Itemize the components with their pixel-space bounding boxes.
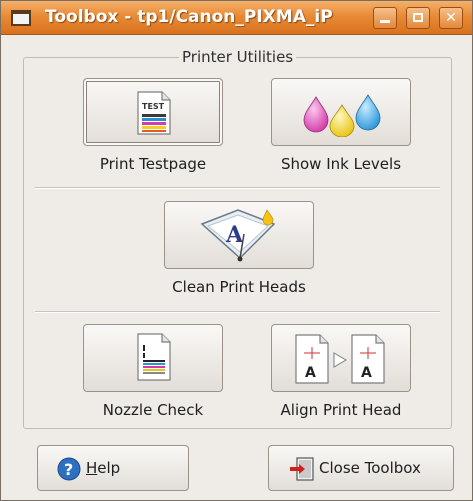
- clean-print-heads-button[interactable]: A: [164, 201, 314, 269]
- svg-text:A: A: [361, 365, 372, 381]
- separator: [35, 187, 440, 189]
- separator: [35, 311, 440, 313]
- svg-text:TEST: TEST: [142, 102, 165, 111]
- close-toolbox-label: Close Toolbox: [319, 459, 421, 477]
- svg-text:A: A: [225, 222, 244, 248]
- svg-text:?: ?: [64, 460, 73, 479]
- svg-text:A: A: [305, 365, 316, 381]
- align-print-head-label: Align Print Head: [280, 401, 402, 419]
- help-icon: ?: [57, 457, 81, 481]
- maximize-icon: [413, 13, 423, 22]
- test-page-icon: TEST: [137, 91, 171, 135]
- close-window-button[interactable]: ✕: [439, 7, 463, 29]
- align-pages-icon: A A: [295, 334, 385, 384]
- toolbox-window: Toolbox - tp1/Canon_PIXMA_iP ✕ Printer U…: [0, 0, 473, 501]
- help-button[interactable]: ? Help: [37, 445, 189, 491]
- align-print-head-button[interactable]: A A: [271, 324, 411, 392]
- minimize-button[interactable]: [373, 7, 397, 29]
- maximize-button[interactable]: [406, 7, 430, 29]
- minimize-icon: [380, 20, 390, 23]
- clean-print-heads-label: Clean Print Heads: [172, 278, 306, 296]
- close-toolbox-button[interactable]: Close Toolbox: [268, 445, 454, 491]
- close-icon: ✕: [445, 10, 457, 26]
- print-head-clean-icon: A: [200, 209, 276, 262]
- window-menu-icon[interactable]: [11, 10, 31, 26]
- help-label: Help: [86, 459, 121, 477]
- print-testpage-label: Print Testpage: [99, 155, 207, 173]
- print-testpage-button[interactable]: TEST: [83, 78, 223, 146]
- nozzle-check-button[interactable]: [83, 324, 223, 392]
- frame-label: Printer Utilities: [179, 48, 297, 66]
- exit-door-icon: [290, 457, 314, 481]
- window-title: Toolbox - tp1/Canon_PIXMA_iP: [45, 7, 333, 27]
- show-ink-levels-button[interactable]: [271, 78, 411, 146]
- title-bar[interactable]: Toolbox - tp1/Canon_PIXMA_iP ✕: [1, 1, 472, 35]
- show-ink-levels-label: Show Ink Levels: [280, 155, 402, 173]
- nozzle-check-label: Nozzle Check: [102, 401, 204, 419]
- nozzle-check-page-icon: [137, 333, 171, 381]
- ink-drops-icon: [303, 94, 381, 137]
